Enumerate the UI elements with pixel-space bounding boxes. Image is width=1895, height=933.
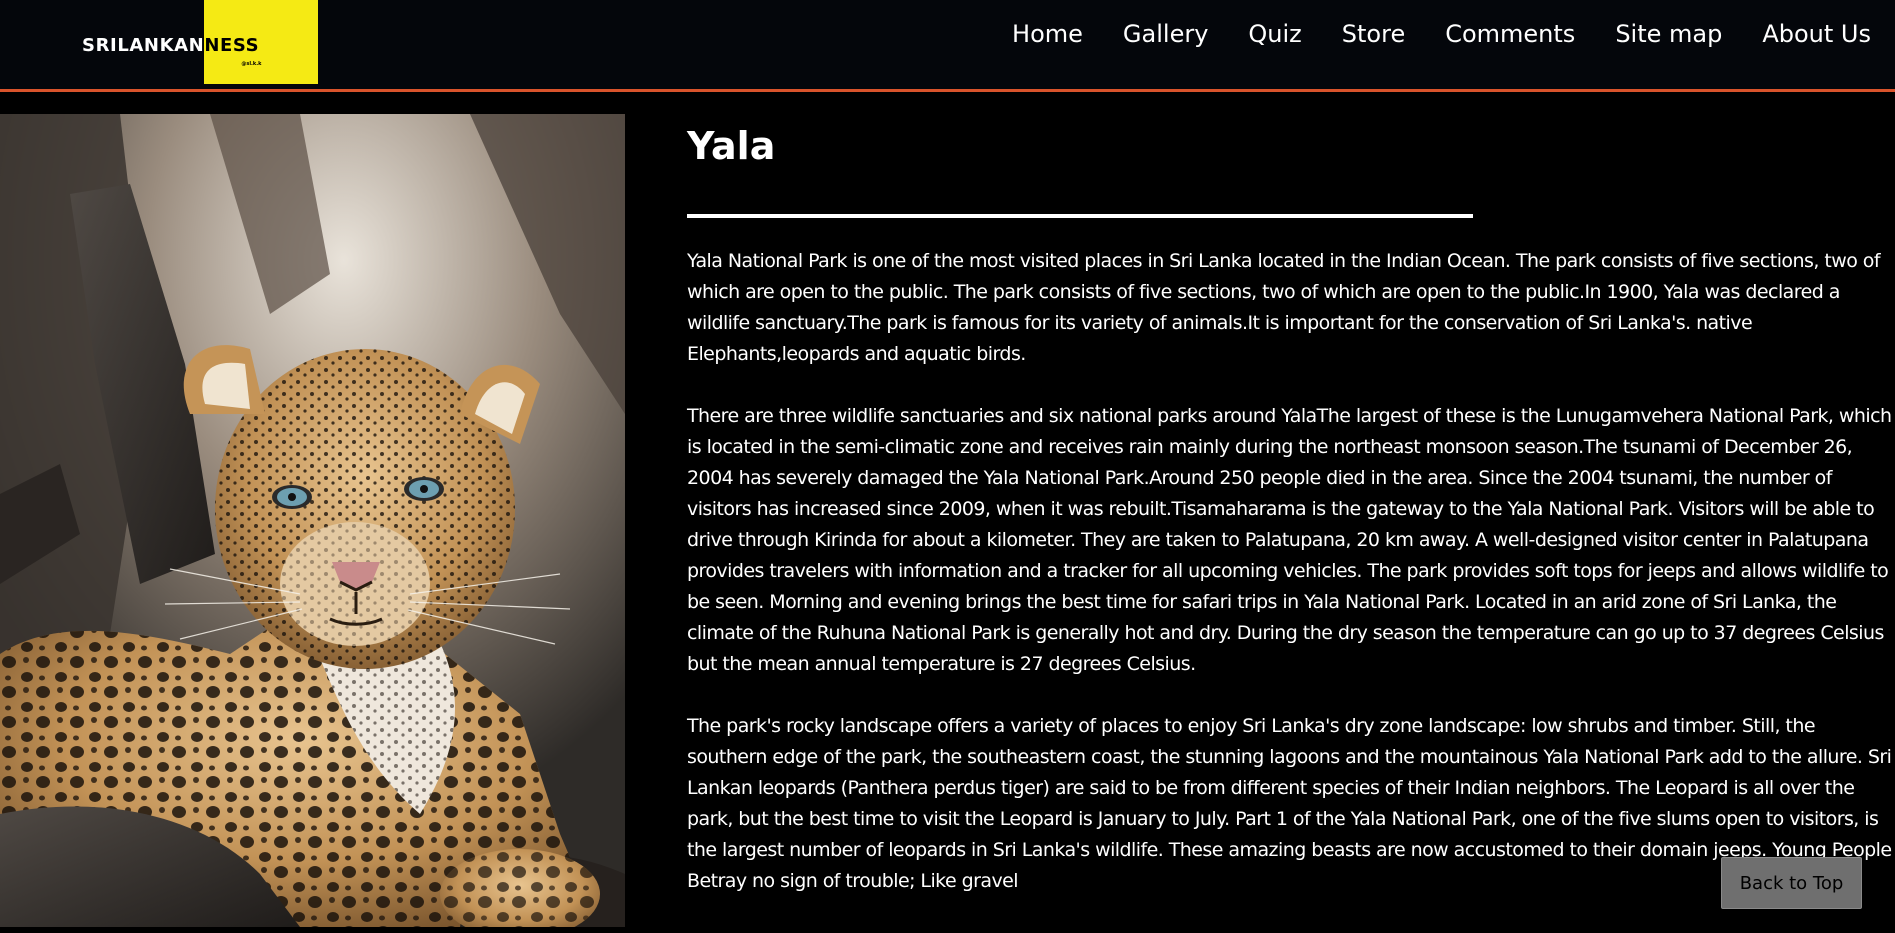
nav-item-about-us[interactable]: About Us: [1762, 20, 1871, 48]
nav-item-comments[interactable]: Comments: [1445, 20, 1575, 48]
leopard-illustration: [0, 114, 625, 927]
logo-tagline: @sl.k.k: [241, 61, 262, 67]
leopard-photo: [0, 114, 625, 927]
nav-item-store[interactable]: Store: [1342, 20, 1405, 48]
article-paragraph-3: The park's rocky landscape offers a vari…: [687, 715, 1892, 892]
site-header: SRILANKAN NESS @sl.k.k Home Gallery Quiz…: [0, 0, 1895, 92]
title-divider: [687, 214, 1473, 218]
nav-item-home[interactable]: Home: [1012, 20, 1083, 48]
article-paragraph-1: Yala National Park is one of the most vi…: [687, 250, 1881, 365]
logo-text-left: SRILANKAN: [82, 35, 205, 56]
page-title: Yala: [687, 124, 776, 168]
article: Yala Yala National Park is one of the mo…: [687, 115, 1892, 897]
back-to-top-button[interactable]: Back to Top: [1721, 857, 1862, 909]
logo-yellow-box: NESS @sl.k.k: [204, 0, 319, 84]
article-paragraph-2: There are three wildlife sanctuaries and…: [687, 405, 1892, 675]
nav-item-gallery[interactable]: Gallery: [1123, 20, 1208, 48]
nav-item-site-map[interactable]: Site map: [1615, 20, 1722, 48]
nav-item-quiz[interactable]: Quiz: [1248, 20, 1301, 48]
logo-text-right: NESS: [204, 35, 260, 56]
site-logo[interactable]: SRILANKAN NESS @sl.k.k: [82, 0, 319, 84]
main-navigation: Home Gallery Quiz Store Comments Site ma…: [972, 0, 1895, 68]
